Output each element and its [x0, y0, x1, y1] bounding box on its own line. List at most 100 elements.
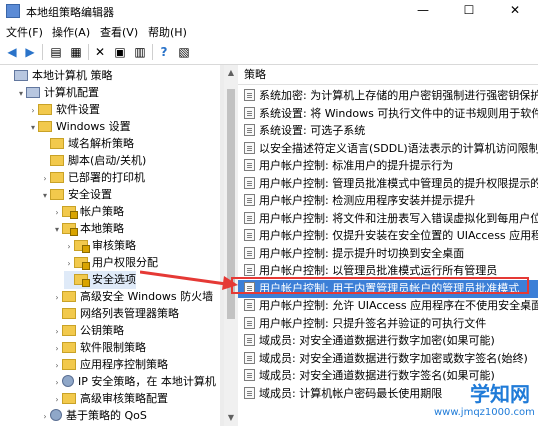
policy-row[interactable]: 域成员: 对安全通道数据进行数字加密(如果可能)	[238, 332, 538, 350]
policy-row[interactable]: 用户帐户控制: 以管理员批准模式运行所有管理员	[238, 262, 538, 280]
policy-icon	[244, 334, 255, 346]
tree-node[interactable]: › 软件限制策略	[52, 339, 146, 357]
policy-row[interactable]: 用户帐户控制: 允许 UIAccess 应用程序在不使用安全桌面...	[238, 297, 538, 315]
policy-row[interactable]: 用户帐户控制: 检测应用程序安装并提示提升	[238, 192, 538, 210]
policy-row[interactable]: 用户帐户控制: 将文件和注册表写入错误虚拟化到每用户位置	[238, 210, 538, 228]
secure-folder-icon	[62, 206, 78, 219]
policy-row[interactable]: 系统加密: 为计算机上存储的用户密钥强制进行强密钥保护	[238, 87, 538, 105]
menu-help[interactable]: 帮助(H)	[148, 24, 187, 40]
tree-node-label: 已部署的打印机	[68, 171, 145, 184]
tree-node[interactable]: › 审核策略	[64, 237, 136, 255]
tree-node-label: 基于策略的 QoS	[66, 409, 147, 422]
policy-label: 以安全描述符定义语言(SDDL)语法表示的计算机访问限制	[259, 141, 538, 155]
policy-icon	[244, 351, 255, 364]
back-icon[interactable]: ◀	[4, 44, 20, 60]
toolbar-separator	[42, 44, 43, 60]
policy-row[interactable]: 用户帐户控制: 仅提升安装在安全位置的 UIAccess 应用程序	[238, 227, 538, 245]
folder-icon	[38, 104, 52, 115]
tree-node-label: 脚本(启动/关机)	[68, 154, 147, 167]
export-list-icon[interactable]: ▥	[132, 44, 148, 60]
policy-label: 系统设置: 可选子系统	[259, 124, 366, 137]
policy-icon	[244, 299, 255, 311]
folder-icon	[38, 121, 52, 132]
policy-row[interactable]: 以安全描述符定义语言(SDDL)语法表示的计算机访问限制	[238, 140, 538, 158]
computer-icon	[26, 87, 40, 98]
policy-row[interactable]: 用户帐户控制: 用于内置管理员帐户的管理员批准模式	[238, 279, 538, 298]
expander-icon[interactable]: ▾	[52, 221, 62, 239]
policy-row[interactable]: 系统设置: 可选子系统	[238, 122, 538, 140]
tree-node[interactable]: › 公钥策略	[52, 322, 124, 340]
help-icon[interactable]: ?	[156, 44, 172, 60]
tree-node[interactable]: ▾ Windows 设置	[28, 118, 131, 136]
expander-icon[interactable]: ▾	[16, 85, 26, 103]
tree-node[interactable]: 安全选项	[64, 271, 136, 289]
tree-node-label: 软件限制策略	[80, 341, 146, 354]
policy-row[interactable]: 用户帐户控制: 标准用户的提升提示行为	[238, 157, 538, 175]
policy-label: 用户帐户控制: 只提升签名并验证的可执行文件	[259, 316, 487, 330]
tree-node[interactable]: › IP 安全策略，在 本地计算机	[52, 373, 216, 391]
tree-node[interactable]: › 已部署的打印机	[40, 169, 145, 187]
policy-icon	[244, 229, 255, 241]
menu-action[interactable]: 操作(A)	[52, 24, 90, 40]
tree-node[interactable]: 网络列表管理器策略	[52, 305, 179, 323]
policy-label: 用户帐户控制: 允许 UIAccess 应用程序在不使用安全桌面...	[259, 299, 538, 312]
tree-node[interactable]: 本地计算机 策略	[4, 67, 113, 85]
policy-label: 域成员: 对安全通道数据进行数字加密(如果可能)	[259, 334, 495, 347]
tree-node[interactable]: 域名解析策略	[40, 135, 134, 153]
close-button[interactable]: ✕	[492, 0, 538, 22]
watermark: 学知网 www.jmqz1000.com	[434, 378, 535, 418]
column-header-policy[interactable]: 策略	[238, 65, 538, 85]
tree-node[interactable]: ▾ 安全设置	[40, 186, 112, 204]
up-one-level-icon[interactable]: ▦	[68, 44, 84, 60]
scroll-down-icon[interactable]: ▼	[224, 412, 238, 424]
policy-icon	[244, 246, 255, 259]
secure-folder-icon	[62, 223, 78, 236]
tree-node-label: 帐户策略	[80, 205, 124, 218]
tree-node-label: 本地策略	[80, 222, 124, 235]
tree-node-label: 应用程序控制策略	[80, 358, 168, 371]
minimize-button[interactable]: —	[400, 0, 446, 22]
folder-icon	[62, 325, 76, 336]
policy-row[interactable]: 用户帐户控制: 只提升签名并验证的可执行文件	[238, 315, 538, 333]
policy-pane: 策略 系统加密: 为计算机上存储的用户密钥强制进行强密钥保护 系统设置: 将 Wi…	[238, 65, 538, 426]
show-hide-tree-icon[interactable]: ▤	[48, 44, 64, 60]
expander-icon[interactable]: ›	[40, 408, 50, 426]
scroll-up-icon[interactable]: ▲	[224, 67, 238, 79]
policy-icon	[244, 124, 255, 136]
policy-row[interactable]: 用户帐户控制: 管理员批准模式中管理员的提升权限提示的...	[238, 175, 538, 193]
show-pane-icon[interactable]: ▧	[176, 44, 192, 60]
policy-row[interactable]: 用户帐户控制: 提示提升时切换到安全桌面	[238, 245, 538, 263]
tree-node-label: 计算机配置	[44, 86, 99, 99]
policy-icon	[244, 106, 255, 119]
menu-view[interactable]: 查看(V)	[100, 24, 138, 40]
tree-node[interactable]: ▾ 本地策略	[52, 220, 124, 238]
expander-icon[interactable]: ▾	[28, 119, 38, 137]
policy-icon	[244, 264, 255, 276]
maximize-button[interactable]: ☐	[446, 0, 492, 22]
folder-icon	[62, 342, 76, 353]
policy-label: 用户帐户控制: 仅提升安装在安全位置的 UIAccess 应用程序	[259, 229, 538, 242]
policy-row[interactable]: 系统设置: 将 Windows 可执行文件中的证书规则用于软件...	[238, 105, 538, 123]
tree-node[interactable]: 脚本(启动/关机)	[40, 152, 146, 170]
tree-node[interactable]: › 基于策略的 QoS	[40, 407, 147, 425]
expander-icon[interactable]: ▾	[40, 187, 50, 205]
tree-scrollbar[interactable]: ▲ ▼	[224, 65, 238, 426]
folder-icon	[50, 155, 64, 166]
tree-node[interactable]: › 应用程序控制策略	[52, 356, 168, 374]
window-title: 本地组策略编辑器	[26, 6, 114, 19]
properties-icon[interactable]: ▣	[112, 44, 128, 60]
tree-node[interactable]: › 软件设置	[28, 101, 100, 119]
tree-node[interactable]: › 帐户策略	[52, 203, 124, 221]
policy-label: 用户帐户控制: 将文件和注册表写入错误虚拟化到每用户位置	[259, 211, 538, 225]
delete-icon[interactable]: ✕	[92, 44, 108, 60]
forward-icon[interactable]: ▶	[22, 44, 38, 60]
tree-node-label: 本地计算机 策略	[32, 69, 113, 82]
policy-icon	[244, 89, 255, 101]
secure-folder-icon	[74, 257, 90, 270]
secure-folder-icon	[74, 274, 90, 287]
policy-editor-app-icon	[6, 4, 20, 18]
menu-file[interactable]: 文件(F)	[6, 24, 43, 40]
policy-row[interactable]: 域成员: 对安全通道数据进行数字加密或数字签名(始终)	[238, 350, 538, 368]
tree-node[interactable]: › 高级审核策略配置	[52, 390, 168, 408]
tree-node[interactable]: ▾ 计算机配置	[16, 84, 99, 102]
